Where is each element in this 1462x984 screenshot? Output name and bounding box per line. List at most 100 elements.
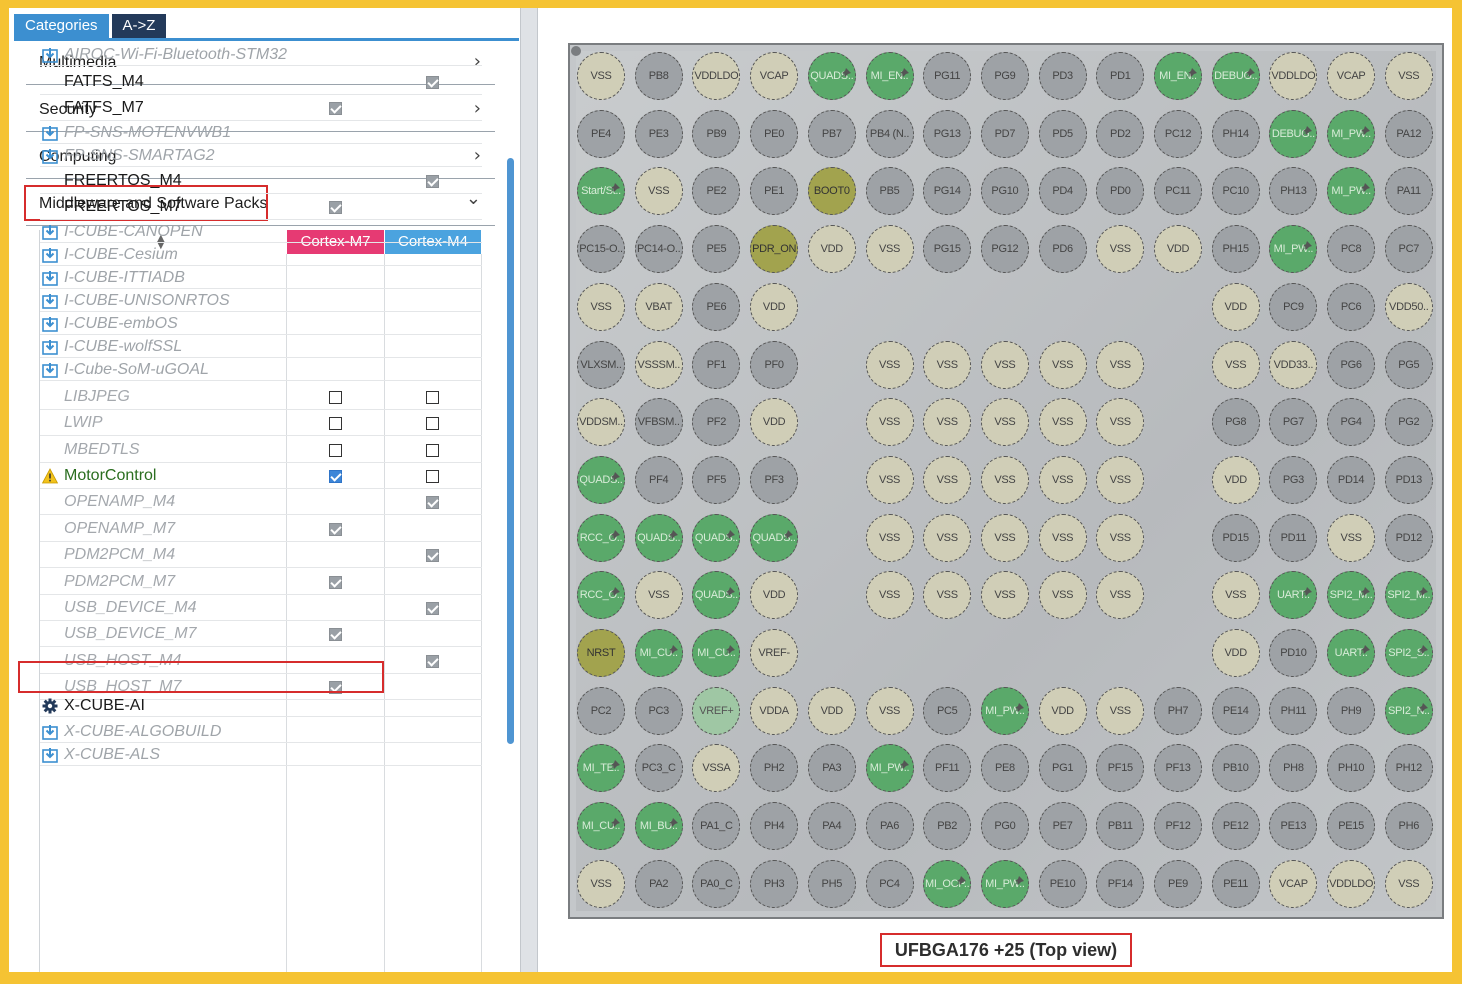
pin[interactable]: PH6 <box>1384 802 1433 851</box>
pin[interactable]: RCC_O.. <box>577 571 625 620</box>
pin[interactable]: MI_TE.. <box>577 744 625 793</box>
pin[interactable]: PE13 <box>1269 802 1318 851</box>
pin[interactable]: DEBUG.. <box>1211 52 1260 100</box>
pin[interactable]: VDDLDO <box>1327 859 1376 908</box>
pin[interactable]: VSS <box>865 340 914 389</box>
pin[interactable]: VSS <box>1096 455 1145 504</box>
pin[interactable]: PH3 <box>750 859 799 908</box>
checkbox-cortex-m7[interactable] <box>329 522 342 536</box>
pin[interactable]: RCC_O.. <box>577 513 625 562</box>
pin[interactable]: PG6 <box>1327 340 1376 389</box>
pin[interactable]: QUADS.. <box>807 52 856 100</box>
pin[interactable]: VFBSM.. <box>634 398 683 447</box>
pin[interactable]: VSS <box>923 571 972 620</box>
pin[interactable]: PG14 <box>923 167 972 216</box>
table-row[interactable]: OPENAMP_M7 <box>40 516 482 542</box>
download-icon[interactable] <box>42 270 58 286</box>
pin[interactable]: PA12 <box>1384 109 1433 158</box>
pin[interactable]: VSS <box>1038 340 1087 389</box>
pin[interactable]: MI_PW.. <box>980 859 1029 908</box>
pin[interactable]: MI_CU.. <box>577 802 625 851</box>
table-row[interactable]: I-CUBE-wolfSSL <box>40 335 482 358</box>
pin[interactable]: MI_EN.. <box>865 52 914 100</box>
pin[interactable]: VSS <box>923 398 972 447</box>
pin[interactable]: PB7 <box>807 109 856 158</box>
pin[interactable]: PA2 <box>634 859 683 908</box>
table-row[interactable]: FREERTOS_M4 <box>40 168 482 194</box>
pin[interactable]: VSS <box>980 513 1029 562</box>
checkbox-cortex-m4[interactable] <box>426 390 439 404</box>
table-row[interactable]: I-Cube-SoM-uGOAL <box>40 358 482 381</box>
table-row[interactable]: PDM2PCM_M4 <box>40 542 482 568</box>
gear-icon[interactable] <box>42 698 58 714</box>
pin[interactable]: VDD <box>807 225 856 274</box>
pin[interactable]: PG8 <box>1211 398 1260 447</box>
pin[interactable]: UART.. <box>1327 629 1376 677</box>
pin[interactable]: PH13 <box>1269 167 1318 216</box>
pin[interactable]: PE12 <box>1211 802 1260 851</box>
pin[interactable]: VCAP <box>750 52 799 100</box>
pin[interactable]: VDD <box>1038 686 1087 735</box>
pin[interactable]: VSS <box>1384 859 1433 908</box>
pin[interactable]: PF14 <box>1096 859 1145 908</box>
pin[interactable]: NRST <box>577 629 625 677</box>
pin[interactable]: VDD <box>750 282 799 331</box>
pin[interactable]: PE7 <box>1038 802 1087 851</box>
pin[interactable]: VDD <box>1211 629 1260 677</box>
table-row[interactable]: FREERTOS_M7 <box>40 194 482 220</box>
pin[interactable]: VSSSM.. <box>634 340 683 389</box>
pin[interactable]: PA0_C <box>692 859 741 908</box>
download-icon[interactable] <box>42 47 58 63</box>
pin[interactable]: PE1 <box>750 167 799 216</box>
pin[interactable]: Start/St.. <box>577 167 625 216</box>
table-row[interactable]: X-CUBE-ALS <box>40 743 482 766</box>
pin[interactable]: VDDLDO <box>1269 52 1318 100</box>
pin[interactable]: MI_PW.. <box>1327 109 1376 158</box>
pin[interactable]: VDD <box>1154 225 1202 274</box>
pin[interactable]: VDD50.. <box>1384 282 1433 331</box>
pin[interactable]: PC6 <box>1327 282 1376 331</box>
download-icon[interactable] <box>42 293 58 309</box>
pin[interactable]: PD1 <box>1096 52 1145 100</box>
pin[interactable]: VSS <box>923 513 972 562</box>
download-icon[interactable] <box>42 724 58 740</box>
checkbox-cortex-m4[interactable] <box>426 469 439 483</box>
pin[interactable]: VSS <box>1096 571 1145 620</box>
pin[interactable]: PD11 <box>1269 513 1318 562</box>
download-icon[interactable] <box>42 339 58 355</box>
pin[interactable]: PA1_C <box>692 802 741 851</box>
pin[interactable]: PH8 <box>1269 744 1318 793</box>
pin[interactable]: VSSA <box>692 744 741 793</box>
pin[interactable]: MI_CU.. <box>634 629 683 677</box>
checkbox-cortex-m4[interactable] <box>426 416 439 430</box>
pin[interactable]: VDD <box>750 398 799 447</box>
pin[interactable]: PH15 <box>1211 225 1260 274</box>
tab-a-to-z[interactable]: A->Z <box>111 14 167 38</box>
pin[interactable]: PC3 <box>634 686 683 735</box>
checkbox-cortex-m7[interactable] <box>329 627 342 641</box>
pin[interactable]: PC3_C <box>634 744 683 793</box>
pin[interactable]: PG15 <box>923 225 972 274</box>
pin[interactable]: PC11 <box>1154 167 1202 216</box>
pin[interactable]: SPI2_N.. <box>1384 686 1433 735</box>
pin[interactable]: VSS <box>865 455 914 504</box>
pin[interactable]: PB8 <box>634 52 683 100</box>
pin[interactable]: PH9 <box>1327 686 1376 735</box>
pin[interactable]: PE6 <box>692 282 741 331</box>
checkbox-cortex-m7[interactable] <box>329 469 342 483</box>
pin[interactable]: PD10 <box>1269 629 1318 677</box>
pin[interactable]: PF5 <box>692 455 741 504</box>
table-row[interactable]: USB_DEVICE_M7 <box>40 621 482 647</box>
table-row[interactable]: FATFS_M7 <box>40 95 482 121</box>
table-row[interactable]: I-CUBE-CANOPEN <box>40 220 482 243</box>
pin[interactable]: PH7 <box>1154 686 1202 735</box>
pin[interactable]: PD2 <box>1096 109 1145 158</box>
pin[interactable]: PB4 (N.. <box>865 109 914 158</box>
pin[interactable]: VSS <box>577 52 625 100</box>
pin[interactable]: VCAP <box>1327 52 1376 100</box>
download-icon[interactable] <box>42 316 58 332</box>
pin[interactable]: QUADS.. <box>634 513 683 562</box>
pin[interactable]: PE15 <box>1327 802 1376 851</box>
pin[interactable]: UART.. <box>1269 571 1318 620</box>
pin[interactable]: PG10 <box>980 167 1029 216</box>
